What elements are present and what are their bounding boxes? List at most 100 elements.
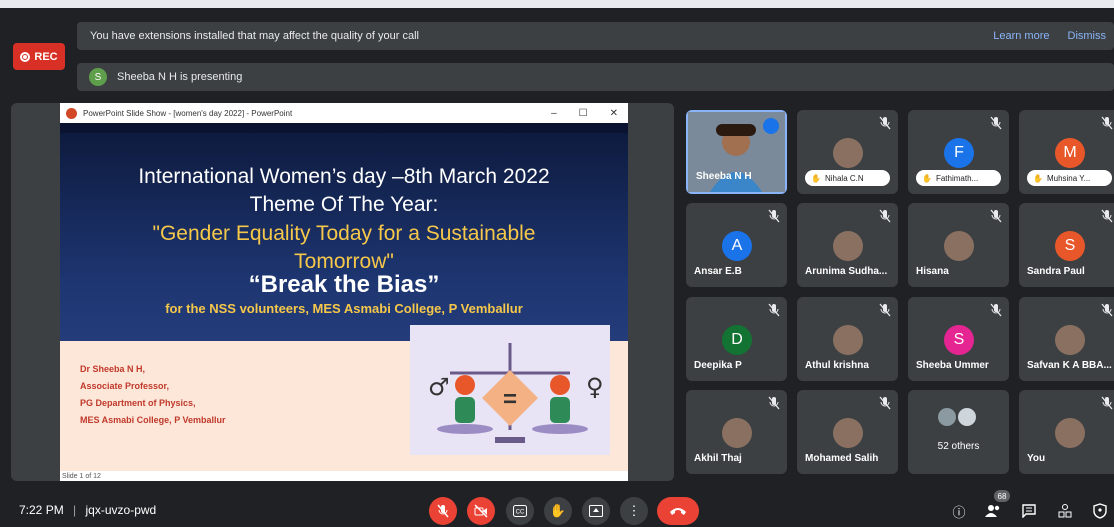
- info-icon: ⓘ: [952, 504, 966, 520]
- participant-name: Sheeba N H: [696, 171, 752, 182]
- participant-tile[interactable]: Hisana: [908, 203, 1009, 287]
- dismiss-link[interactable]: Dismiss: [1068, 30, 1107, 42]
- record-icon: [20, 51, 31, 62]
- minimize-icon: –: [551, 107, 557, 119]
- participant-avatar: S: [1055, 231, 1085, 261]
- speaking-indicator-icon: [763, 118, 779, 134]
- participant-tile[interactable]: D Deepika P: [686, 297, 787, 381]
- ppt-window-title: PowerPoint Slide Show - [women's day 202…: [83, 108, 293, 118]
- participant-tile[interactable]: Sheeba N H: [686, 110, 787, 194]
- presenting-text: Sheeba N H is presenting: [117, 71, 243, 83]
- participant-photo: [833, 325, 863, 355]
- mic-off-icon: [1100, 303, 1114, 317]
- mic-off-icon: [1100, 209, 1114, 223]
- participant-tile[interactable]: You: [1019, 390, 1114, 474]
- participant-tile[interactable]: Arunima Sudha...: [797, 203, 898, 287]
- participant-photo: [1055, 325, 1085, 355]
- slide-line-2: Theme Of The Year:: [249, 193, 439, 216]
- mic-off-icon: [767, 209, 781, 223]
- svg-text:♂: ♂: [428, 373, 450, 401]
- learn-more-link[interactable]: Learn more: [993, 30, 1049, 42]
- more-vert-icon: ⋮: [627, 503, 641, 518]
- participant-name: Akhil Thaj: [694, 453, 742, 464]
- slide-line-3: "Gender Equality Today for a Sustainable…: [152, 222, 536, 273]
- meeting-info: 7:22 PM | jqx-uvzo-pwd: [19, 503, 157, 517]
- svg-text:♀: ♀: [586, 373, 604, 401]
- participant-name: Safvan K A BBA...: [1027, 360, 1112, 371]
- hand-icon: ✋: [1033, 173, 1043, 183]
- svg-text:CC: CC: [516, 510, 525, 516]
- hand-icon: ✋: [922, 173, 932, 183]
- participant-tile[interactable]: Mohamed Salih: [797, 390, 898, 474]
- participant-name: Athul krishna: [805, 360, 869, 371]
- mic-off-icon: [878, 396, 892, 410]
- participant-tile[interactable]: Athul krishna: [797, 297, 898, 381]
- participant-name: Fathimath...: [935, 173, 979, 183]
- participant-avatar: M: [1055, 138, 1085, 168]
- meeting-details-button[interactable]: ⓘ: [951, 503, 967, 520]
- author-line: Dr Sheeba N H,: [80, 364, 146, 374]
- slide-line-4: “Break the Bias”: [248, 271, 440, 298]
- present-button[interactable]: [582, 497, 610, 525]
- presenting-notice: S Sheeba N H is presenting: [77, 63, 1114, 91]
- participant-name: Mohamed Salih: [805, 453, 879, 464]
- people-button[interactable]: [985, 503, 1001, 519]
- raised-hand-pill: ✋ Nihala C.N: [805, 170, 890, 186]
- participant-photo: [944, 231, 974, 261]
- participant-tile[interactable]: ✋ Nihala C.N: [797, 110, 898, 194]
- activities-button[interactable]: [1057, 503, 1073, 519]
- maximize-icon: ☐: [578, 107, 588, 119]
- raise-hand-button[interactable]: ✋: [544, 497, 572, 525]
- participant-tile[interactable]: F ✋ Fathimath...: [908, 110, 1009, 194]
- mic-off-icon: [1100, 396, 1114, 410]
- slide-line-5: for the NSS volunteers, MES Asmabi Colle…: [165, 301, 523, 316]
- recording-label: REC: [34, 50, 58, 63]
- participant-tile[interactable]: 52 others: [908, 390, 1009, 474]
- meeting-time: 7:22 PM: [19, 503, 64, 517]
- recording-indicator: REC: [13, 43, 65, 70]
- mic-off-icon: [989, 303, 1003, 317]
- mic-off-icon: [989, 116, 1003, 130]
- camera-off-button[interactable]: [467, 497, 495, 525]
- presenter-avatar: S: [89, 68, 107, 86]
- top-strip: [0, 0, 1114, 8]
- participant-tile[interactable]: M ✋ Muhsina Y...: [1019, 110, 1114, 194]
- ppt-status-bar: Slide 1 of 12: [62, 473, 101, 480]
- captions-icon: CC: [513, 505, 527, 517]
- participant-tile[interactable]: S Sandra Paul: [1019, 203, 1114, 287]
- slide: International Women’s day –8th March 202…: [60, 123, 628, 473]
- more-options-button[interactable]: ⋮: [620, 497, 648, 525]
- mic-off-icon: [878, 209, 892, 223]
- camera-off-icon: [474, 504, 488, 518]
- host-controls-button[interactable]: [1092, 503, 1108, 519]
- participant-avatar: S: [944, 325, 974, 355]
- present-icon: [589, 505, 603, 517]
- participant-name: Ansar E.B: [694, 266, 742, 277]
- participant-photo: [722, 418, 752, 448]
- shared-screen: PowerPoint Slide Show - [women's day 202…: [60, 103, 628, 481]
- mic-off-icon: [989, 209, 1003, 223]
- participant-tile[interactable]: Akhil Thaj: [686, 390, 787, 474]
- participant-avatar: A: [722, 231, 752, 261]
- end-call-button[interactable]: [657, 497, 699, 525]
- meeting-code: jqx-uvzo-pwd: [85, 503, 157, 517]
- participant-name: Hisana: [916, 266, 949, 277]
- participant-tile[interactable]: Safvan K A BBA...: [1019, 297, 1114, 381]
- chat-button[interactable]: [1021, 503, 1037, 519]
- participant-tile[interactable]: S Sheeba Ummer: [908, 297, 1009, 381]
- participant-avatar: D: [722, 325, 752, 355]
- slide-author: Dr Sheeba N H, Associate Professor, PG D…: [80, 361, 226, 429]
- gender-equality-illustration: = ♂ ♀: [410, 325, 610, 455]
- others-label: 52 others: [937, 441, 980, 452]
- hang-up-icon: [670, 508, 686, 515]
- participant-tile[interactable]: A Ansar E.B: [686, 203, 787, 287]
- participant-name: Muhsina Y...: [1046, 173, 1091, 183]
- mic-off-icon: [437, 504, 449, 518]
- participant-photo: [1055, 418, 1085, 448]
- participant-name: You: [1027, 453, 1046, 464]
- participant-photo: [833, 138, 863, 168]
- captions-button[interactable]: CC: [506, 497, 534, 525]
- people-icon: [985, 505, 1000, 517]
- mic-off-icon: [878, 303, 892, 317]
- mic-off-button[interactable]: [429, 497, 457, 525]
